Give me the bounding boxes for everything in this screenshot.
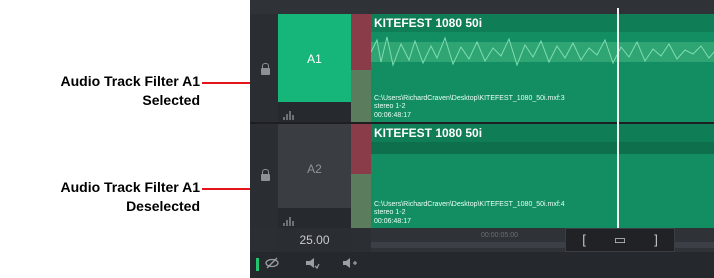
track-visibility-icon[interactable] (261, 256, 283, 274)
trim-in-button[interactable]: [ (566, 229, 602, 251)
callout-selected-label: Audio Track Filter A1 Selected (60, 72, 200, 110)
callout-deselected-label: Audio Track Filter A1 Deselected (60, 178, 200, 216)
track-a2-clip-channels: stereo 1-2 (374, 209, 406, 216)
track-a1-waveform (371, 36, 714, 67)
track-a1-header[interactable]: A1 (278, 14, 351, 102)
track-a1-clip-duration: 00:06:48:17 (374, 111, 411, 119)
track-a1-clip-title: KITEFEST 1080 50i (374, 16, 483, 30)
callout-selected-line1: Audio Track Filter A1 (60, 73, 200, 89)
audio-monitor-icon[interactable] (301, 256, 323, 274)
trim-out-button[interactable]: ] (638, 229, 674, 251)
track-a2-color-strip (351, 124, 371, 228)
track-a2-meter-row (278, 208, 351, 228)
callout-selected-line2: Selected (142, 92, 200, 108)
trim-controls: [ ▭ ] (565, 228, 675, 252)
audio-meter-icon (283, 111, 295, 120)
track-a1-clip-channels: stereo 1-2 (374, 103, 406, 110)
track-a1-clip-info: C:\Users\RichardCraven\Desktop\KITEFEST_… (374, 95, 565, 121)
track-a2-header[interactable]: A2 (278, 124, 351, 208)
speaker-add-icon[interactable] (338, 256, 360, 274)
track-a2-clip[interactable]: KITEFEST 1080 50i C:\Users\RichardCraven… (371, 124, 714, 228)
track-a2-clip-band (371, 142, 714, 154)
track-visibility-indicator (256, 258, 259, 271)
timeline-top-strip (250, 0, 714, 14)
track-a2-label: A2 (307, 162, 322, 176)
track-a1-meter-row (278, 102, 351, 122)
track-a1-clip-path: C:\Users\RichardCraven\Desktop\KITEFEST_… (374, 94, 565, 102)
lock-icon[interactable] (261, 169, 270, 181)
playhead-line[interactable] (617, 8, 619, 238)
track-a1-clip[interactable]: KITEFEST 1080 50i C:\Users\RichardCraven… (371, 14, 714, 122)
audio-meter-icon (283, 217, 295, 226)
track-a1-color-strip (351, 14, 371, 122)
track-a2-lock-column (250, 124, 278, 228)
ruler-timecode: 00:00:05:00 (481, 232, 518, 239)
track-a2-clip-title: KITEFEST 1080 50i (374, 126, 483, 140)
callout-deselected-line2: Deselected (126, 198, 200, 214)
lock-icon[interactable] (261, 63, 270, 75)
track-a1-label: A1 (307, 52, 322, 66)
track-a2-clip-info: C:\Users\RichardCraven\Desktop\KITEFEST_… (374, 201, 565, 227)
trim-clip-button[interactable]: ▭ (602, 229, 638, 251)
timeline-editor-panel: A1 KITEFEST 1080 50i C:\Users\RichardCra… (250, 0, 714, 278)
track-a2-clip-path: C:\Users\RichardCraven\Desktop\KITEFEST_… (374, 200, 565, 208)
callout-deselected-line1: Audio Track Filter A1 (60, 179, 200, 195)
track-a2-clip-duration: 00:06:48:17 (374, 217, 411, 225)
track-a1-lock-column (250, 14, 278, 122)
bottom-toolbar (250, 252, 714, 278)
frame-rate-display: 25.00 (278, 228, 351, 252)
